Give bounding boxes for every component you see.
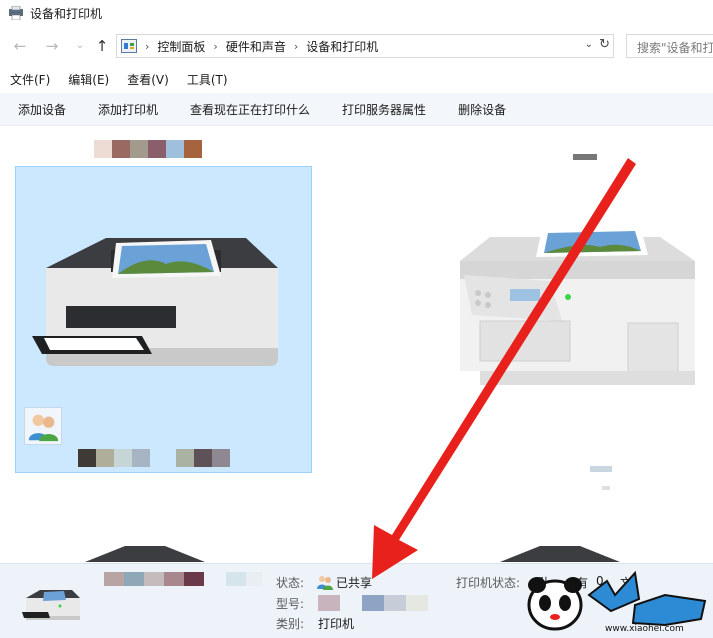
title-bar: 设备和打印机 [0,0,713,26]
status-value: 已共享 [336,576,373,590]
device-icon-partial [500,546,620,562]
pixelated-label [590,466,612,472]
category-label: 类别: [276,617,305,631]
watermark-url: www.xiaohei.com [605,624,684,634]
breadcrumb-separator: › [145,39,150,53]
menu-edit[interactable]: 编辑(E) [68,71,109,88]
control-panel-icon [121,39,137,53]
back-icon[interactable]: ← [10,36,30,56]
print-server-properties-button[interactable]: 打印服务器属性 [342,101,426,118]
address-dropdown-icon[interactable]: ⌄ [585,39,593,50]
menu-bar: 文件(F) 编辑(E) 查看(V) 工具(T) [0,68,713,90]
refresh-icon[interactable]: ↻ [599,37,610,52]
menu-view[interactable]: 查看(V) [127,71,169,88]
watermark-logo: www.xiaohei.com [527,570,707,634]
breadcrumb-separator: › [293,39,299,53]
pixelated-device-name [78,449,230,467]
window-title: 设备和打印机 [30,6,103,21]
see-whats-printing-button[interactable]: 查看现在正在打印什么 [190,101,310,118]
forward-icon[interactable]: → [42,36,62,56]
printer-thumbnail-icon [22,590,80,620]
pixelated-model [318,595,428,611]
recent-locations-icon[interactable]: ⌄ [70,36,90,56]
menu-tools[interactable]: 工具(T) [187,71,228,88]
add-device-button[interactable]: 添加设备 [18,101,66,118]
shared-users-icon [317,576,333,590]
search-input[interactable]: 搜索"设备和打印机" [626,34,713,58]
shared-users-icon [24,407,62,445]
printer-icon [32,238,278,366]
device-list [0,126,713,562]
command-bar: 添加设备 添加打印机 查看现在正在打印什么 打印服务器属性 删除设备 [0,93,713,126]
add-printer-button[interactable]: 添加打印机 [98,101,158,118]
address-bar[interactable]: › 控制面板 › 硬件和声音 › 设备和打印机 ⌄ ↻ [116,34,614,58]
address-row: ← → ⌄ ↑ › 控制面板 › 硬件和声音 › 设备和打印机 ⌄ ↻ 搜索"设… [0,32,713,60]
devices-printers-icon [9,6,23,20]
breadcrumb-devices-printers[interactable]: 设备和打印机 [306,38,378,55]
menu-file[interactable]: 文件(F) [10,71,50,88]
device-icon-partial [85,546,205,562]
pixelated-label [573,154,597,160]
model-label: 型号: [276,597,305,611]
breadcrumb-hardware-sound[interactable]: 硬件和声音 [226,38,286,55]
pixelated-device-name [104,572,262,590]
breadcrumb-control-panel[interactable]: 控制面板 [157,38,205,55]
pixelated-label [94,140,202,158]
pixelated-label [602,486,610,490]
remove-device-button[interactable]: 删除设备 [458,101,506,118]
printer-status-label: 打印机状态: [456,576,521,590]
up-icon[interactable]: ↑ [92,36,112,56]
status-label: 状态: [276,576,305,590]
breadcrumb-separator: › [213,39,218,53]
category-value: 打印机 [318,617,355,631]
multifunction-printer-icon [460,225,695,385]
